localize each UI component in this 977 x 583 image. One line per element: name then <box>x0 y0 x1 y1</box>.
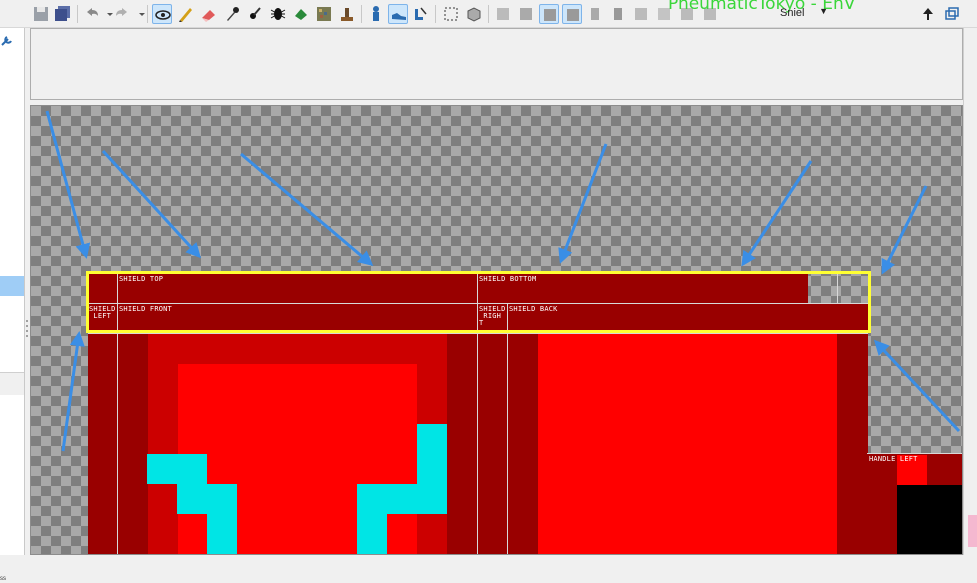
arrow-5 <box>741 160 813 267</box>
save-all-icon[interactable] <box>53 4 73 24</box>
eye-icon[interactable] <box>152 4 172 24</box>
noise-icon[interactable] <box>314 4 334 24</box>
select-icon[interactable] <box>441 4 461 24</box>
arrow-7 <box>61 331 85 452</box>
pencil-icon[interactable] <box>176 4 196 24</box>
left-sidebar: ss <box>0 28 25 582</box>
arrow-8 <box>873 339 961 433</box>
sidebar-list[interactable] <box>0 28 24 373</box>
brush-icon[interactable] <box>245 4 265 24</box>
annotation-arrows <box>45 110 961 452</box>
shoe-icon[interactable] <box>388 4 408 24</box>
arrow-2 <box>101 149 202 259</box>
cube-icon[interactable] <box>464 4 484 24</box>
stamp-icon[interactable] <box>337 4 357 24</box>
redo-dropdown-icon[interactable] <box>132 4 145 24</box>
up-arrow-icon[interactable] <box>918 4 938 24</box>
eraser-icon[interactable] <box>199 4 219 24</box>
view6-icon[interactable] <box>608 4 628 24</box>
tool-options-panel <box>30 28 963 100</box>
arrow-6 <box>881 185 928 275</box>
layer-select-value: Sniel <box>780 7 805 19</box>
view5-icon[interactable] <box>585 4 605 24</box>
view2-icon[interactable] <box>516 4 536 24</box>
arrow-1 <box>45 110 91 259</box>
arrow-4 <box>558 143 608 264</box>
view1-icon[interactable] <box>493 4 513 24</box>
person-icon[interactable] <box>366 4 386 24</box>
view3-icon[interactable] <box>539 4 559 24</box>
sidebar-selected-item[interactable] <box>0 276 24 296</box>
eyedropper-icon[interactable] <box>222 4 242 24</box>
fill-icon[interactable] <box>291 4 311 24</box>
save-icon[interactable] <box>31 4 51 24</box>
view4-icon[interactable] <box>562 4 582 24</box>
restore-icon[interactable] <box>942 4 962 24</box>
status-text: ss <box>0 576 6 582</box>
sidebar-separator <box>0 373 24 395</box>
right-panel-thumbnail <box>968 515 977 547</box>
panel-splitter[interactable] <box>25 318 29 340</box>
undo-icon[interactable] <box>82 4 102 24</box>
undo-dropdown-icon[interactable] <box>100 4 113 24</box>
main-toolbar: PneumaticTokyo - EnV Sniel ▼ <box>0 0 977 28</box>
right-panel-edge <box>963 28 977 555</box>
wrench-icon[interactable] <box>0 32 14 46</box>
redo-icon[interactable] <box>112 4 132 24</box>
boots-icon[interactable] <box>411 4 431 24</box>
view7-icon[interactable] <box>631 4 651 24</box>
arrow-3 <box>240 152 374 266</box>
layer-select[interactable]: Sniel ▼ <box>772 3 842 23</box>
bug-icon[interactable] <box>268 4 288 24</box>
chevron-down-icon: ▼ <box>819 6 828 16</box>
texture-canvas[interactable]: SHIELD TOP SHIELD BOTTOM SHIELD LEFT SHI… <box>30 105 963 555</box>
